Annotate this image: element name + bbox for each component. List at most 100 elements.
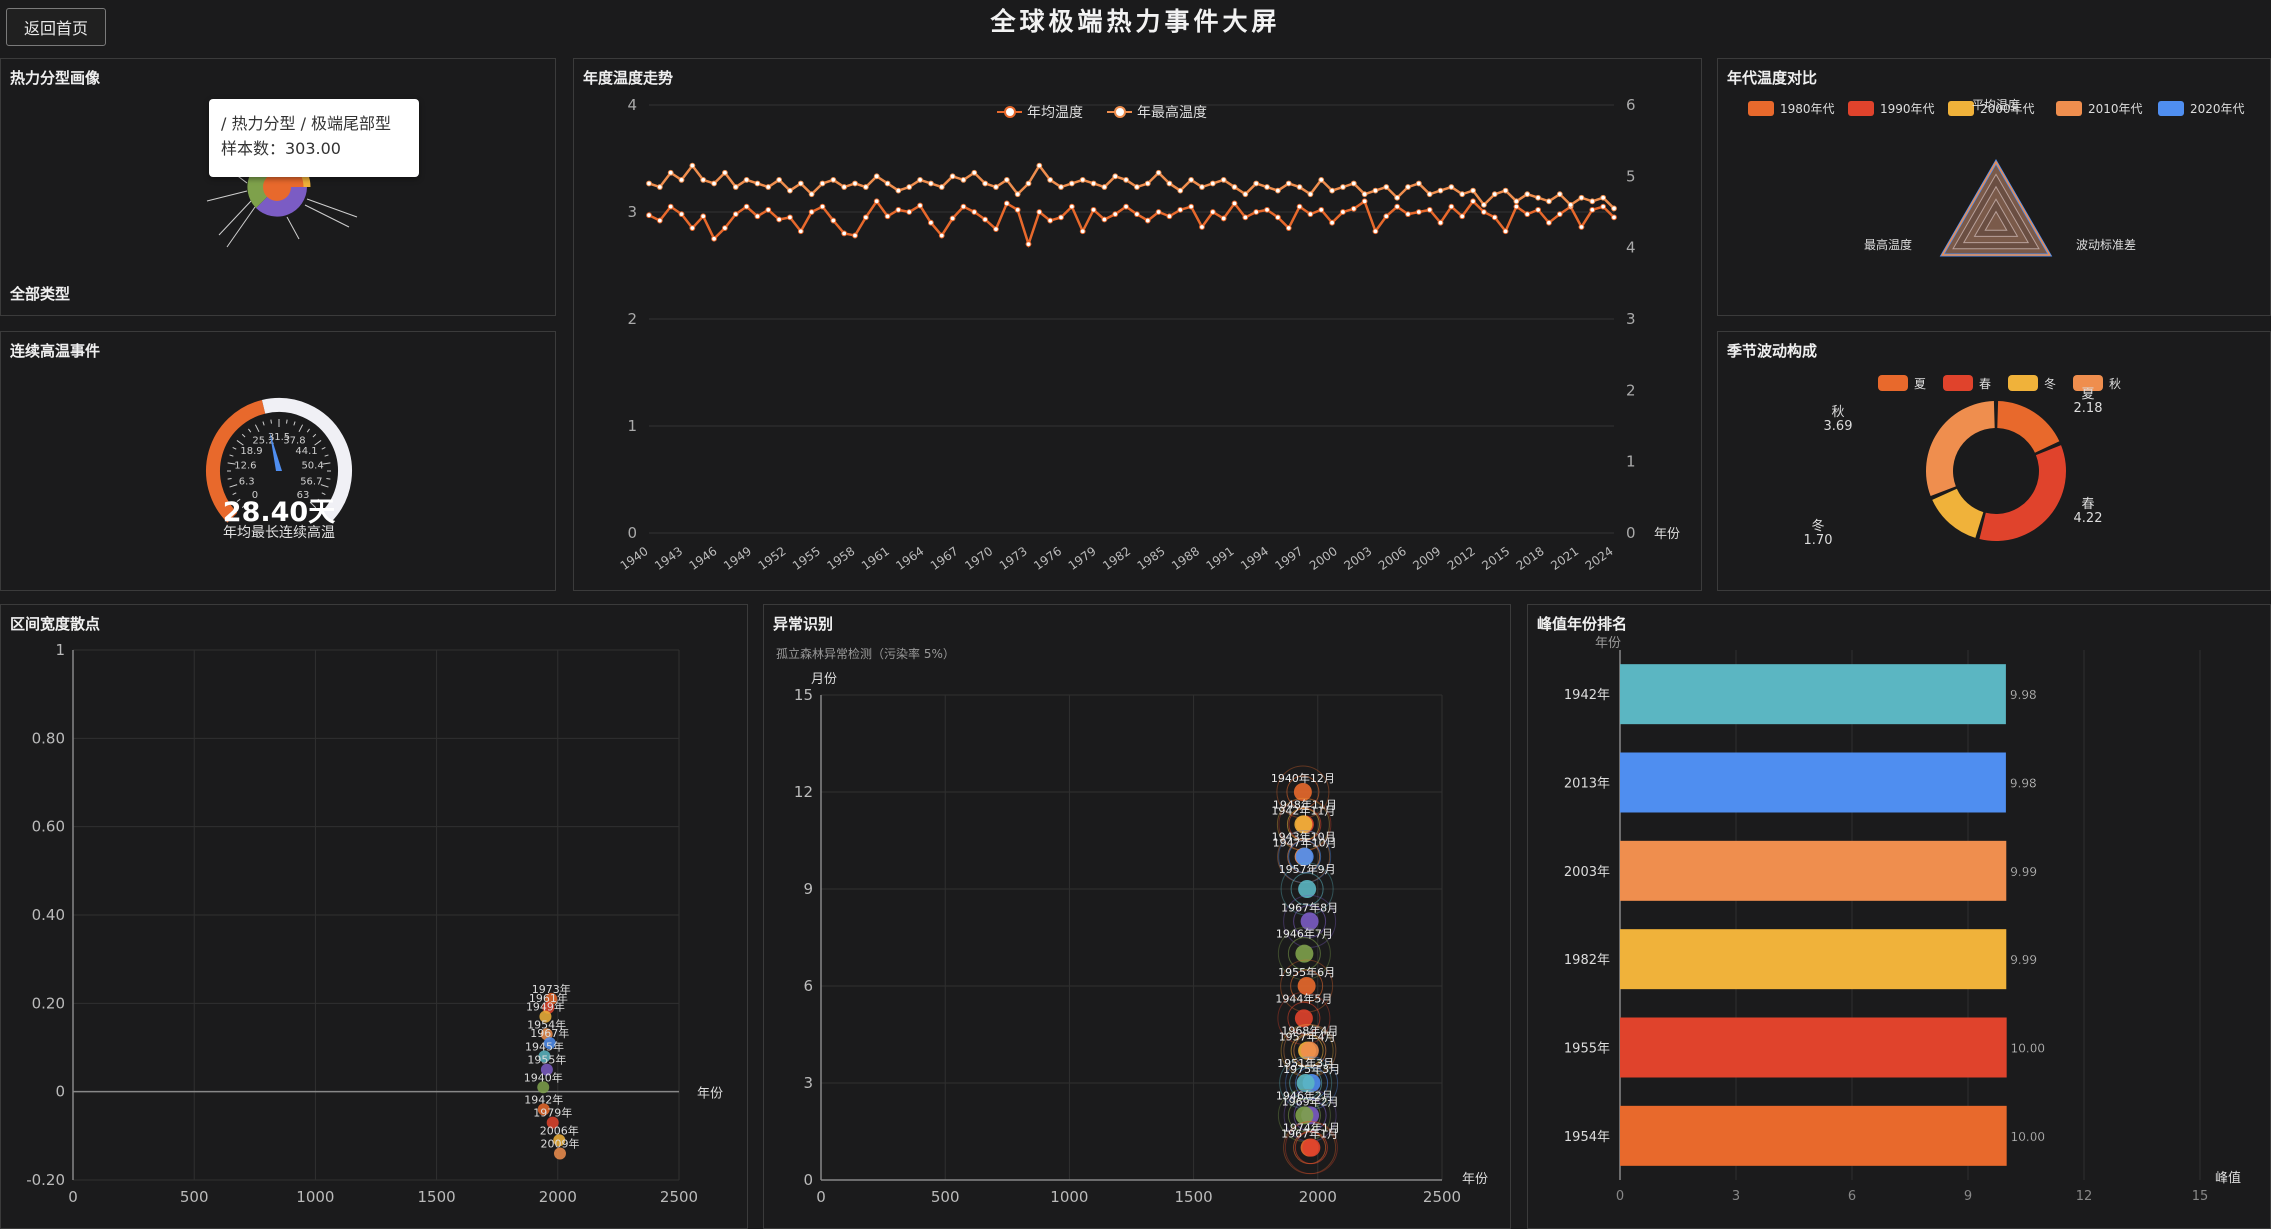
series-point — [1199, 184, 1205, 190]
series-point — [689, 225, 696, 231]
gauge-tick — [229, 454, 234, 457]
annual-trend-panel: 年度温度走势 0 1 2 3 4 0 1 2 3 4 5 6 年份 1940 1943 1946 1949 195… — [573, 58, 1702, 591]
category-label: 2003年 — [1564, 865, 1610, 880]
sunburst-chart[interactable] — [1, 59, 557, 317]
series-point — [938, 232, 945, 239]
series-point — [743, 177, 750, 183]
series-point — [960, 203, 967, 210]
series-point — [656, 217, 663, 224]
radar-indicator: 最高温度 — [1864, 237, 1912, 252]
gauge-tick — [298, 424, 304, 433]
series-point — [711, 180, 717, 187]
x-tick-label: 1994 — [1238, 544, 1271, 573]
series-point — [1144, 180, 1151, 187]
gauge-tick-label: 44.1 — [295, 446, 317, 457]
donut-slice — [1979, 445, 2066, 541]
point-label: 1940年12月 — [1271, 771, 1335, 785]
series-point — [1296, 184, 1303, 190]
series-point — [1318, 177, 1325, 183]
x-tick-label: 12 — [2076, 1189, 2093, 1204]
sunburst-footer[interactable]: 全部类型 — [10, 283, 70, 304]
point-label: 1955年6月 — [1278, 965, 1335, 979]
gauge-tick — [312, 433, 317, 438]
series-point — [862, 214, 869, 221]
series-point — [1242, 214, 1249, 221]
donut-chart[interactable]: 夏春冬秋秋3.69冬1.70春4.22夏2.18 — [1718, 332, 2271, 592]
series-point — [895, 206, 902, 213]
category-label: 1955年 — [1564, 1042, 1610, 1057]
x-axis-name: 年份 — [1654, 527, 1680, 542]
x-tick-label: 1000 — [296, 1188, 334, 1206]
series-point — [928, 219, 934, 226]
series-point — [1047, 177, 1054, 183]
trend-line-chart[interactable]: 012340123456年份1940 1943 1946 1949 1952 1955 19… — [574, 59, 1703, 592]
donut-label-name: 夏 — [2081, 387, 2094, 402]
x-tick-label: 1970 — [962, 544, 995, 573]
heat-profile-panel: 热力分型画像 / 热力分型 / 极端尾部型 样本数：303.00 全部类型 — [0, 58, 556, 316]
series-point — [1101, 216, 1108, 223]
gauge-tick-label: 56.7 — [300, 477, 322, 488]
x-tick-label: 500 — [931, 1188, 960, 1206]
series-point — [906, 184, 913, 190]
ranking-bar-chart[interactable]: 0 3 6 9 12 15 年份峰值 1942年 9.98 2013年 9.98 2003年 9.99 1… — [1528, 605, 2271, 1229]
series-point — [656, 184, 663, 190]
anomaly-scatter-chart[interactable]: 15 12 9 6 3 00 500 1000 1500 2000 2500 月份年份 1940年12月… — [764, 605, 1512, 1229]
series-point — [1556, 191, 1563, 198]
x-tick-label: 2015 — [1479, 544, 1512, 573]
series-point — [1285, 180, 1292, 187]
y-tick-label: 0.40 — [32, 906, 65, 924]
series-point — [1296, 203, 1303, 210]
gauge-tick — [241, 433, 246, 438]
point-label: 1945年 — [525, 1039, 564, 1053]
x-tick-label: 1940 — [618, 544, 651, 573]
series-point — [1491, 191, 1498, 198]
series-point — [1415, 209, 1422, 215]
series-point — [993, 226, 999, 233]
interval-scatter-chart[interactable]: 10.800.600.400.200-0.200 500 1000 1500 2000 2… — [1, 605, 749, 1229]
legend-label: 2020年代 — [2190, 102, 2245, 116]
gauge-tick-label: 50.4 — [301, 461, 323, 472]
legend-marker — [1004, 106, 1016, 118]
series-point — [808, 191, 815, 198]
series-point — [732, 184, 739, 190]
y-tick-label: 3 — [803, 1074, 813, 1092]
x-tick-label: 2500 — [660, 1188, 698, 1206]
series-point — [1079, 177, 1086, 183]
series-point — [1188, 203, 1195, 210]
series-point — [1199, 224, 1205, 230]
x-tick-label: 15 — [2192, 1189, 2209, 1204]
series-point — [754, 213, 761, 220]
series-point — [1209, 180, 1216, 187]
series-point — [830, 217, 837, 224]
gauge-tick — [321, 446, 326, 450]
series-point — [1448, 203, 1455, 210]
series-point — [884, 213, 891, 220]
x-tick-label: 1958 — [824, 544, 857, 573]
radar-chart[interactable]: 1980年代 1990年代 2000年代 2010年代 2020年代平均温度最高温度 波动… — [1718, 59, 2271, 317]
series-point — [1535, 194, 1542, 201]
page-title: 全球极端热力事件大屏 — [990, 7, 1281, 36]
series-point — [819, 203, 826, 210]
series-point — [1394, 203, 1401, 210]
series-point — [884, 180, 891, 187]
x-tick-label: 6 — [1848, 1189, 1856, 1204]
x-tick-label: 1949 — [721, 544, 754, 573]
series-point — [1394, 194, 1401, 201]
y-tick-label: -0.20 — [26, 1171, 65, 1189]
series-point — [1101, 184, 1108, 190]
series-point — [1090, 180, 1097, 187]
point-label: 2009年 — [540, 1137, 579, 1151]
series-point — [808, 209, 815, 215]
value-label: 9.99 — [2010, 953, 2037, 967]
x-axis-name: 峰值 — [2215, 1170, 2241, 1186]
gauge-tick — [248, 428, 252, 433]
legend-swatch — [2008, 375, 2038, 391]
point-label: 1951年3月 — [1277, 1056, 1334, 1070]
tooltip-path: / 热力分型 / 极端尾部型 — [221, 114, 392, 133]
series-point — [960, 177, 967, 183]
y-tick-label: 6 — [803, 977, 813, 995]
point-label: 1949年 — [526, 1000, 565, 1014]
series-point — [1014, 191, 1021, 198]
series-point — [906, 209, 913, 215]
series-point — [1166, 180, 1173, 187]
